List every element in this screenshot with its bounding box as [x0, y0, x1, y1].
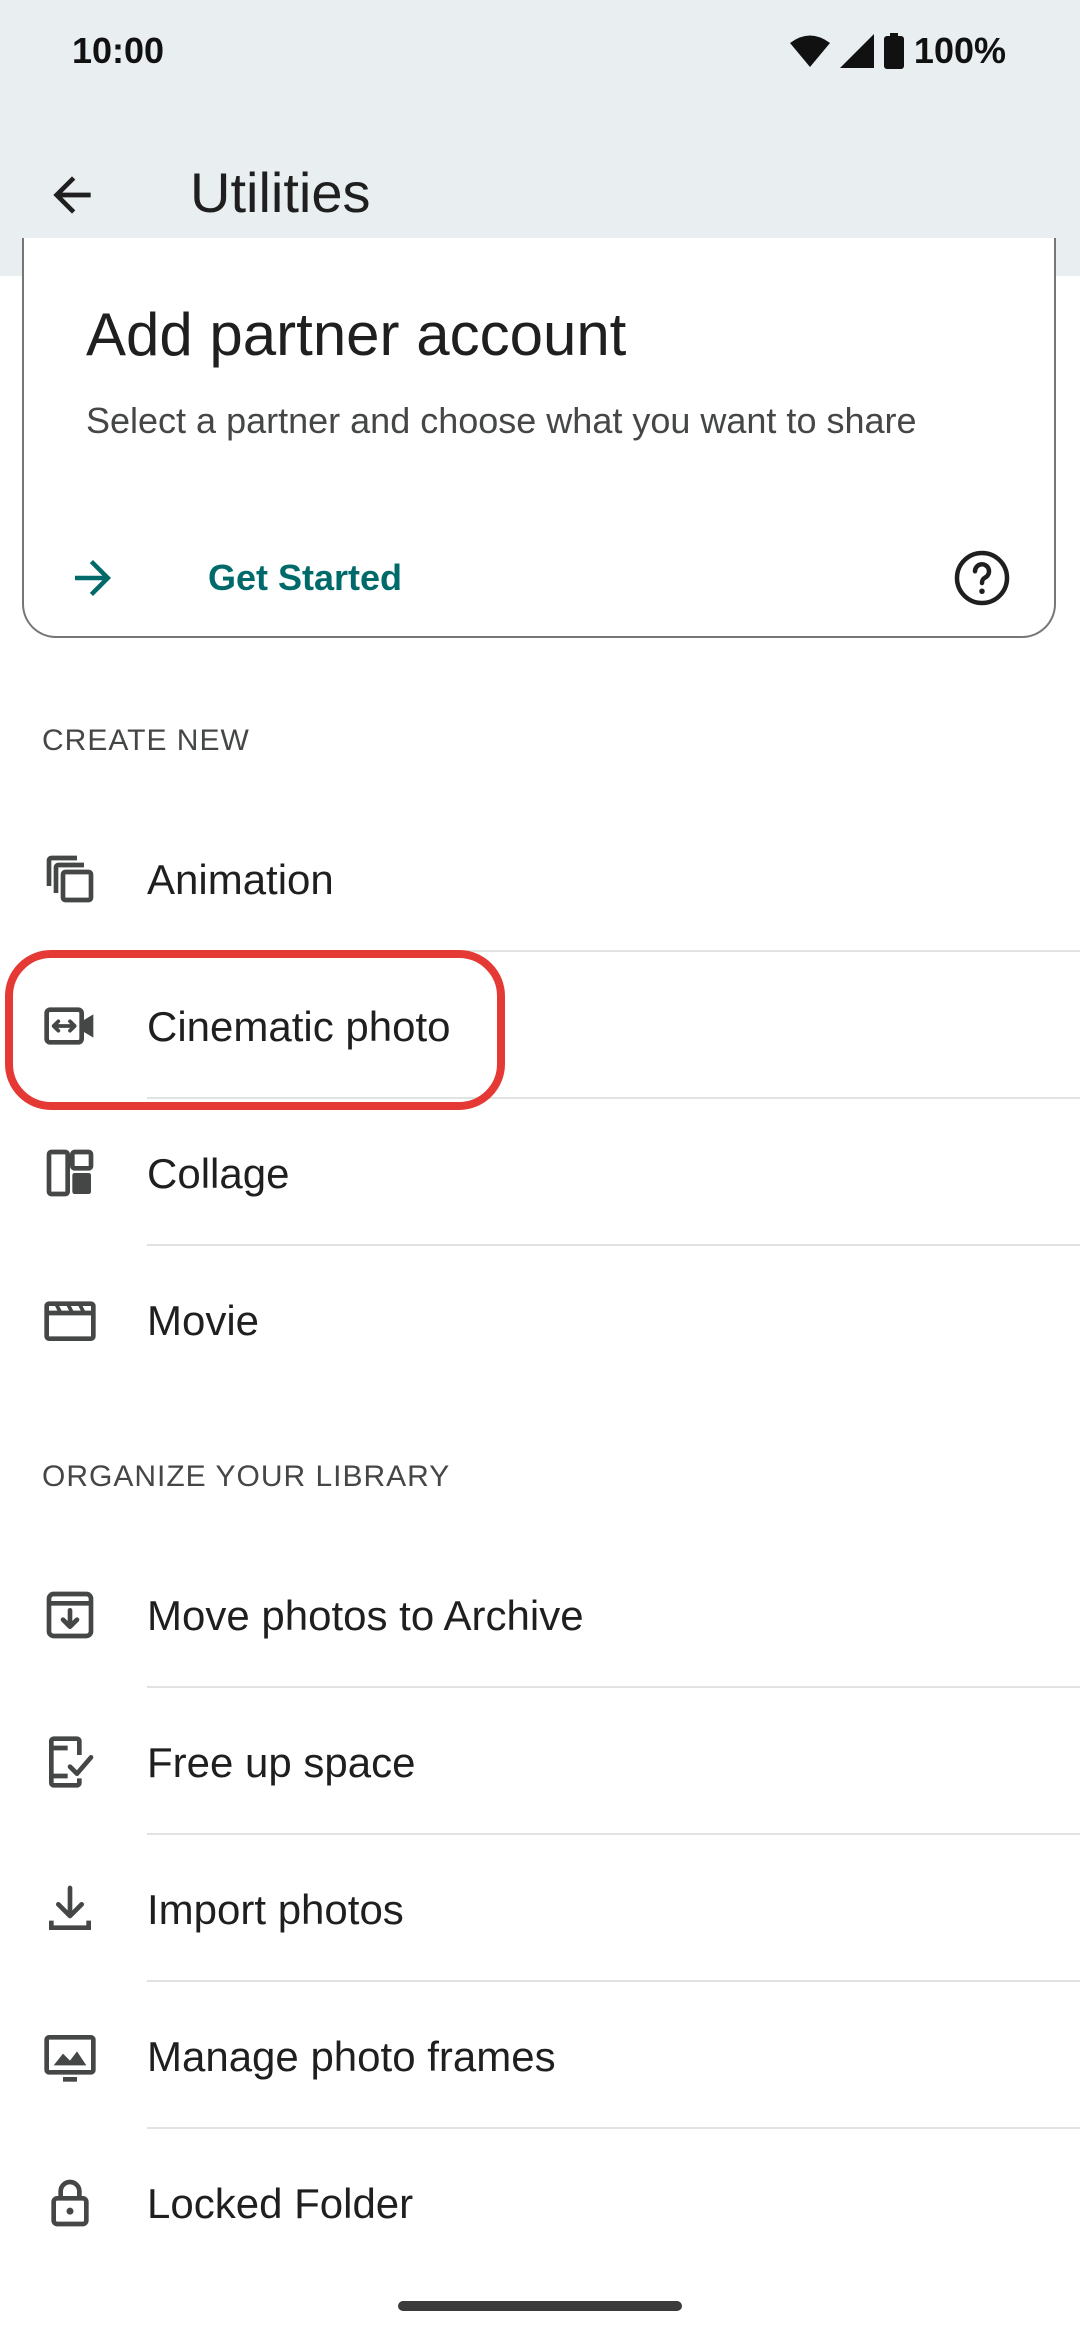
download-icon: [49, 1885, 91, 1930]
partner-account-card: Add partner account Select a partner and…: [22, 238, 1056, 638]
list-item-label: Movie: [147, 1297, 260, 1344]
list-item-collage[interactable]: Collage: [0, 1100, 1080, 1246]
list-item-free-up-space[interactable]: Free up space: [0, 1689, 1080, 1835]
movie-icon: [44, 1301, 96, 1341]
status-bar: 10:00 100%: [0, 0, 1080, 110]
section-header-organize-library: ORGANIZE YOUR LIBRARY: [42, 1460, 451, 1493]
collage-icon: [46, 1149, 94, 1197]
divider: [147, 1833, 1080, 1835]
lock-icon: [51, 2179, 89, 2227]
section-header-create-new: CREATE NEW: [42, 724, 250, 757]
help-circle-icon[interactable]: [952, 548, 1012, 608]
phone-check-icon: [49, 1736, 94, 1788]
divider: [147, 1686, 1080, 1688]
animation-icon: [46, 855, 94, 903]
page-title: Utilities: [190, 161, 371, 224]
get-started-button[interactable]: Get Started: [66, 538, 486, 618]
list-item-label: Import photos: [147, 1886, 404, 1933]
list-item-label: Manage photo frames: [147, 2033, 556, 2080]
cellular-signal-icon: [839, 34, 874, 68]
photo-frame-icon: [44, 2035, 96, 2082]
highlight-annotation: [5, 950, 505, 1110]
list-item-move-to-archive[interactable]: Move photos to Archive: [0, 1542, 1080, 1688]
list-item-movie[interactable]: Movie: [0, 1247, 1080, 1393]
battery-icon: [883, 33, 904, 69]
archive-icon: [46, 1591, 94, 1639]
wifi-icon: [789, 35, 830, 67]
partner-card-subtitle: Select a partner and choose what you wan…: [86, 400, 917, 441]
divider: [147, 2127, 1080, 2129]
list-item-label: Move photos to Archive: [147, 1592, 584, 1639]
partner-card-title: Add partner account: [86, 301, 627, 368]
status-icons: 100%: [789, 30, 1006, 72]
list-item-animation[interactable]: Animation: [0, 806, 1080, 952]
divider: [147, 1980, 1080, 1982]
divider: [147, 1244, 1080, 1246]
list-item-manage-photo-frames[interactable]: Manage photo frames: [0, 1983, 1080, 2129]
list-item-locked-folder[interactable]: Locked Folder: [0, 2130, 1080, 2276]
get-started-label: Get Started: [208, 557, 403, 598]
gesture-nav-bar[interactable]: [398, 2301, 682, 2311]
arrow-forward-icon: [75, 560, 111, 596]
list-item-import-photos[interactable]: Import photos: [0, 1836, 1080, 1982]
list-item-label: Locked Folder: [147, 2180, 414, 2227]
arrow-back-icon[interactable]: [44, 167, 100, 223]
list-item-label: Free up space: [147, 1739, 416, 1786]
battery-percentage: 100%: [913, 30, 1006, 71]
list-item-label: Collage: [147, 1150, 290, 1197]
list-item-label: Animation: [147, 856, 334, 903]
status-time: 10:00: [72, 30, 165, 71]
